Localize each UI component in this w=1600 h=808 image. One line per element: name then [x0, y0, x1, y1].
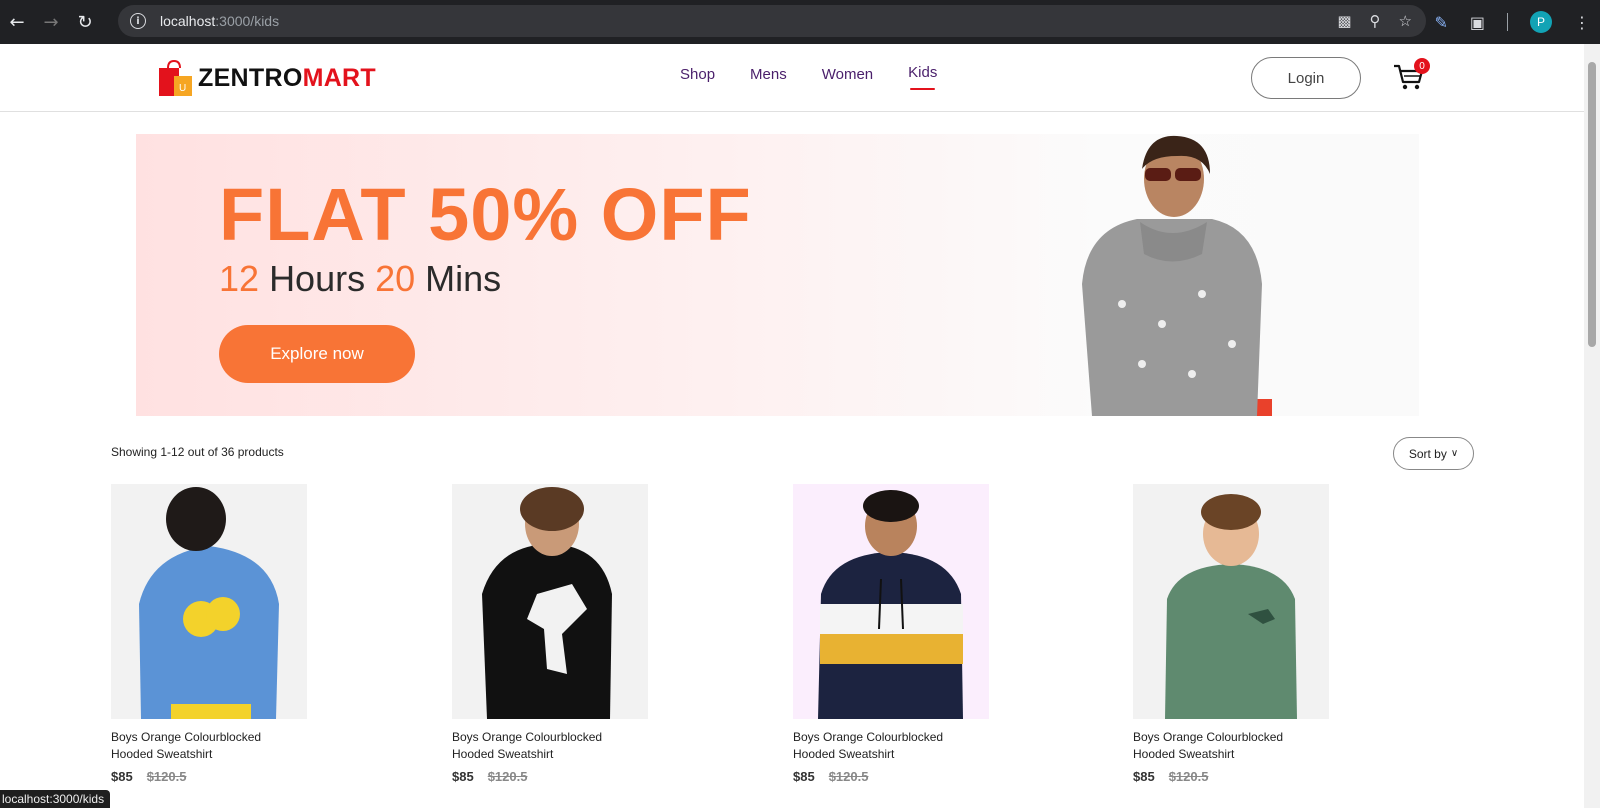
- product-image[interactable]: [793, 484, 989, 719]
- product-price: $85 $120.5: [1133, 769, 1209, 784]
- product-card[interactable]: Boys Orange Colourblocked Hooded Sweatshi…: [452, 484, 712, 784]
- forward-icon[interactable]: →: [34, 5, 68, 39]
- hero-banner: FLAT 50% OFF 12 Hours 20 Mins Explore no…: [136, 134, 1419, 416]
- product-card[interactable]: Boys Orange Colourblocked Hooded Sweatshi…: [793, 484, 1053, 784]
- site-info-icon[interactable]: i: [130, 13, 146, 29]
- product-card[interactable]: Boys Orange Colourblocked Hooded Sweatshi…: [111, 484, 371, 784]
- product-name[interactable]: Boys Orange Colourblocked Hooded Sweatshi…: [1133, 729, 1313, 763]
- svg-text:U: U: [179, 83, 186, 94]
- browser-menu-icon[interactable]: ⋮: [1574, 13, 1590, 32]
- product-image[interactable]: [1133, 484, 1329, 719]
- login-button[interactable]: Login: [1251, 57, 1361, 99]
- scrollbar-thumb[interactable]: [1588, 62, 1596, 347]
- sort-by-dropdown[interactable]: Sort by ∨: [1393, 437, 1474, 470]
- back-icon[interactable]: ←: [0, 5, 34, 39]
- url-text[interactable]: localhost:3000/kids: [160, 13, 279, 29]
- eyedropper-extension-icon[interactable]: ✎: [1434, 13, 1447, 32]
- hero-title: FLAT 50% OFF: [219, 173, 752, 256]
- product-image[interactable]: [452, 484, 648, 719]
- product-name[interactable]: Boys Orange Colourblocked Hooded Sweatshi…: [111, 729, 291, 763]
- product-price: $85 $120.5: [793, 769, 869, 784]
- product-price: $85 $120.5: [111, 769, 187, 784]
- logo-wordmark: ZENTROMART: [198, 63, 376, 92]
- shopping-bag-logo-icon: U: [159, 59, 192, 96]
- link-status-tooltip: localhost:3000/kids: [0, 790, 111, 808]
- address-bar[interactable]: i localhost:3000/kids ▩ ⚲ ☆: [118, 5, 1426, 37]
- install-app-icon[interactable]: ▩: [1337, 12, 1351, 30]
- zoom-icon[interactable]: ⚲: [1370, 12, 1381, 30]
- browser-toolbar: ← → ↻ i localhost:3000/kids ▩ ⚲ ☆ ✎ ▣ P …: [0, 0, 1600, 44]
- nav-link-women[interactable]: Women: [822, 66, 873, 83]
- results-count: Showing 1-12 out of 36 products: [111, 445, 284, 459]
- bookmark-star-icon[interactable]: ☆: [1399, 12, 1412, 30]
- sort-by-label: Sort by: [1408, 446, 1447, 461]
- page-scrollbar[interactable]: [1584, 44, 1600, 808]
- profile-avatar[interactable]: P: [1530, 11, 1552, 33]
- nav-link-kids[interactable]: Kids: [908, 64, 937, 90]
- toolbar-divider: [1507, 13, 1508, 31]
- product-image[interactable]: [111, 484, 307, 719]
- chevron-down-icon: ∨: [1450, 448, 1459, 459]
- product-card[interactable]: Boys Orange Colourblocked Hooded Sweatshi…: [1133, 484, 1393, 784]
- site-header: U ZENTROMART Shop Mens Women Kids Login: [0, 44, 1584, 112]
- cart-count-badge: 0: [1414, 58, 1430, 74]
- countdown-text: 12 Hours 20 Mins: [219, 258, 502, 299]
- main-navigation: Shop Mens Women Kids: [680, 64, 937, 90]
- nav-link-shop[interactable]: Shop: [680, 66, 715, 83]
- extensions-puzzle-icon[interactable]: ▣: [1470, 13, 1485, 32]
- site-logo[interactable]: U ZENTROMART: [156, 58, 376, 98]
- product-name[interactable]: Boys Orange Colourblocked Hooded Sweatshi…: [793, 729, 973, 763]
- nav-link-mens[interactable]: Mens: [750, 66, 787, 83]
- explore-now-button[interactable]: Explore now: [219, 325, 415, 383]
- product-price: $85 $120.5: [452, 769, 528, 784]
- reload-icon[interactable]: ↻: [68, 5, 102, 39]
- product-name[interactable]: Boys Orange Colourblocked Hooded Sweatshi…: [452, 729, 632, 763]
- hero-model-image: [1082, 135, 1272, 416]
